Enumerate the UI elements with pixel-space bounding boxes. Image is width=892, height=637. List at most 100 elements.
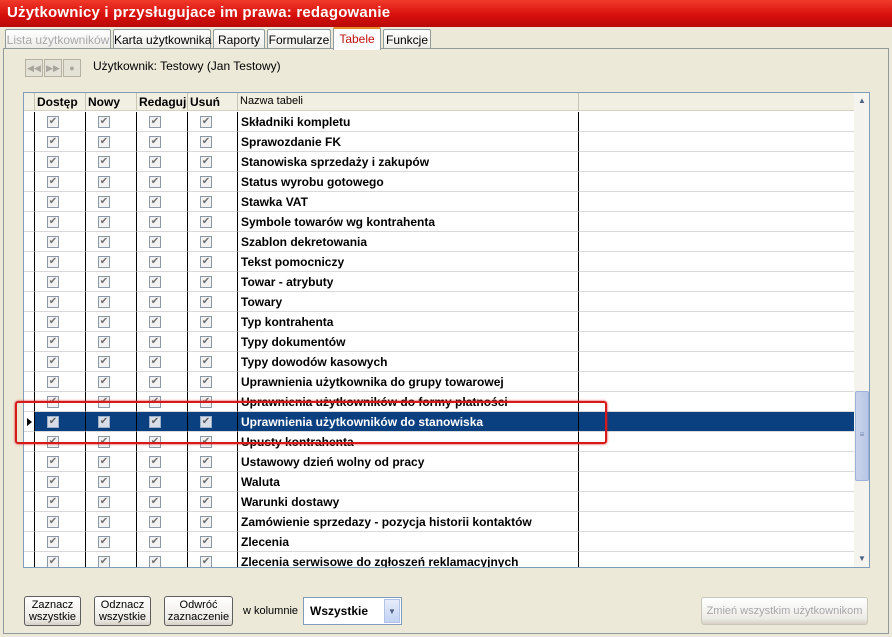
column-header-edit[interactable]: Redaguj — [137, 93, 188, 111]
checkbox-edit[interactable]: ✔ — [149, 456, 161, 468]
checkbox-access[interactable]: ✔ — [47, 516, 59, 528]
checkbox-delete[interactable]: ✔ — [200, 336, 212, 348]
checkbox-delete[interactable]: ✔ — [200, 436, 212, 448]
checkbox-delete[interactable]: ✔ — [200, 476, 212, 488]
row-indicator[interactable] — [24, 252, 35, 272]
checkbox-edit[interactable]: ✔ — [149, 296, 161, 308]
checkbox-edit[interactable]: ✔ — [149, 196, 161, 208]
checkbox-access[interactable]: ✔ — [47, 396, 59, 408]
invert-selection-button[interactable]: Odwróć zaznaczenie — [164, 596, 233, 626]
row-indicator[interactable] — [24, 412, 35, 432]
row-indicator[interactable] — [24, 472, 35, 492]
checkbox-access[interactable]: ✔ — [47, 196, 59, 208]
checkbox-access[interactable]: ✔ — [47, 556, 59, 567]
checkbox-new[interactable]: ✔ — [98, 196, 110, 208]
checkbox-edit[interactable]: ✔ — [149, 496, 161, 508]
table-row[interactable]: ✔ ✔ ✔ ✔ Zlecenia serwisowe do zgłoszeń rekla… — [24, 552, 854, 567]
table-row[interactable]: ✔ ✔ ✔ ✔ Symbole towarów wg kontrahenta — [24, 212, 854, 232]
row-indicator[interactable] — [24, 272, 35, 292]
column-header-delete[interactable]: Usuń — [188, 93, 238, 111]
chevron-down-icon[interactable]: ▼ — [384, 599, 400, 623]
checkbox-new[interactable]: ✔ — [98, 216, 110, 228]
checkbox-edit[interactable]: ✔ — [149, 156, 161, 168]
checkbox-access[interactable]: ✔ — [47, 536, 59, 548]
tab-tables[interactable]: Tabele — [333, 27, 381, 50]
checkbox-delete[interactable]: ✔ — [200, 236, 212, 248]
checkbox-access[interactable]: ✔ — [47, 476, 59, 488]
checkbox-delete[interactable]: ✔ — [200, 396, 212, 408]
checkbox-delete[interactable]: ✔ — [200, 416, 212, 428]
scroll-thumb[interactable]: ≡ — [855, 391, 869, 481]
checkbox-access[interactable]: ✔ — [47, 316, 59, 328]
checkbox-delete[interactable]: ✔ — [200, 156, 212, 168]
checkbox-new[interactable]: ✔ — [98, 136, 110, 148]
tab-functions[interactable]: Funkcje — [383, 29, 431, 49]
checkbox-new[interactable]: ✔ — [98, 356, 110, 368]
checkbox-access[interactable]: ✔ — [47, 356, 59, 368]
checkbox-edit[interactable]: ✔ — [149, 336, 161, 348]
checkbox-delete[interactable]: ✔ — [200, 116, 212, 128]
checkbox-new[interactable]: ✔ — [98, 496, 110, 508]
checkbox-edit[interactable]: ✔ — [149, 556, 161, 567]
row-indicator[interactable] — [24, 492, 35, 512]
checkbox-new[interactable]: ✔ — [98, 336, 110, 348]
checkbox-access[interactable]: ✔ — [47, 156, 59, 168]
table-row[interactable]: ✔ ✔ ✔ ✔ Upusty kontrahenta — [24, 432, 854, 452]
checkbox-access[interactable]: ✔ — [47, 256, 59, 268]
table-row[interactable]: ✔ ✔ ✔ ✔ Sprawozdanie FK — [24, 132, 854, 152]
tab-forms[interactable]: Formularze — [267, 29, 331, 49]
row-indicator[interactable] — [24, 292, 35, 312]
table-row[interactable]: ✔ ✔ ✔ ✔ Towar - atrybuty — [24, 272, 854, 292]
table-row[interactable]: ✔ ✔ ✔ ✔ Tekst pomocniczy — [24, 252, 854, 272]
table-row[interactable]: ✔ ✔ ✔ ✔ Towary — [24, 292, 854, 312]
checkbox-new[interactable]: ✔ — [98, 516, 110, 528]
table-row[interactable]: ✔ ✔ ✔ ✔ Waluta — [24, 472, 854, 492]
checkbox-edit[interactable]: ✔ — [149, 376, 161, 388]
row-indicator[interactable] — [24, 532, 35, 552]
row-indicator[interactable] — [24, 112, 35, 132]
row-indicator[interactable] — [24, 152, 35, 172]
select-all-button[interactable]: Zaznacz wszystkie — [24, 596, 81, 626]
table-row[interactable]: ✔ ✔ ✔ ✔ Status wyrobu gotowego — [24, 172, 854, 192]
checkbox-access[interactable]: ✔ — [47, 376, 59, 388]
checkbox-new[interactable]: ✔ — [98, 296, 110, 308]
checkbox-delete[interactable]: ✔ — [200, 176, 212, 188]
row-indicator[interactable] — [24, 232, 35, 252]
checkbox-new[interactable]: ✔ — [98, 376, 110, 388]
row-indicator[interactable] — [24, 352, 35, 372]
row-indicator[interactable] — [24, 392, 35, 412]
tab-reports[interactable]: Raporty — [213, 29, 265, 49]
table-row[interactable]: ✔ ✔ ✔ ✔ Uprawnienia użytkowników do formy pł… — [24, 392, 854, 412]
checkbox-delete[interactable]: ✔ — [200, 356, 212, 368]
table-row[interactable]: ✔ ✔ ✔ ✔ Stawka VAT — [24, 192, 854, 212]
checkbox-new[interactable]: ✔ — [98, 396, 110, 408]
checkbox-delete[interactable]: ✔ — [200, 496, 212, 508]
checkbox-delete[interactable]: ✔ — [200, 276, 212, 288]
row-indicator[interactable] — [24, 552, 35, 567]
checkbox-new[interactable]: ✔ — [98, 436, 110, 448]
table-row[interactable]: ✔ ✔ ✔ ✔ Szablon dekretowania — [24, 232, 854, 252]
checkbox-new[interactable]: ✔ — [98, 536, 110, 548]
checkbox-delete[interactable]: ✔ — [200, 296, 212, 308]
checkbox-access[interactable]: ✔ — [47, 216, 59, 228]
checkbox-edit[interactable]: ✔ — [149, 256, 161, 268]
checkbox-edit[interactable]: ✔ — [149, 236, 161, 248]
checkbox-delete[interactable]: ✔ — [200, 216, 212, 228]
row-indicator[interactable] — [24, 172, 35, 192]
checkbox-edit[interactable]: ✔ — [149, 136, 161, 148]
checkbox-access[interactable]: ✔ — [47, 276, 59, 288]
checkbox-edit[interactable]: ✔ — [149, 116, 161, 128]
checkbox-access[interactable]: ✔ — [47, 296, 59, 308]
row-indicator[interactable] — [24, 312, 35, 332]
checkbox-access[interactable]: ✔ — [47, 496, 59, 508]
checkbox-delete[interactable]: ✔ — [200, 136, 212, 148]
checkbox-delete[interactable]: ✔ — [200, 256, 212, 268]
table-row[interactable]: ✔ ✔ ✔ ✔ Ustawowy dzień wolny od pracy — [24, 452, 854, 472]
column-header-access[interactable]: Dostęp — [35, 93, 86, 111]
checkbox-new[interactable]: ✔ — [98, 256, 110, 268]
checkbox-delete[interactable]: ✔ — [200, 376, 212, 388]
checkbox-new[interactable]: ✔ — [98, 116, 110, 128]
record-icon[interactable]: ● — [63, 59, 81, 77]
row-indicator[interactable] — [24, 512, 35, 532]
change-all-users-button[interactable]: Zmień wszystkim użytkownikom — [701, 597, 868, 625]
